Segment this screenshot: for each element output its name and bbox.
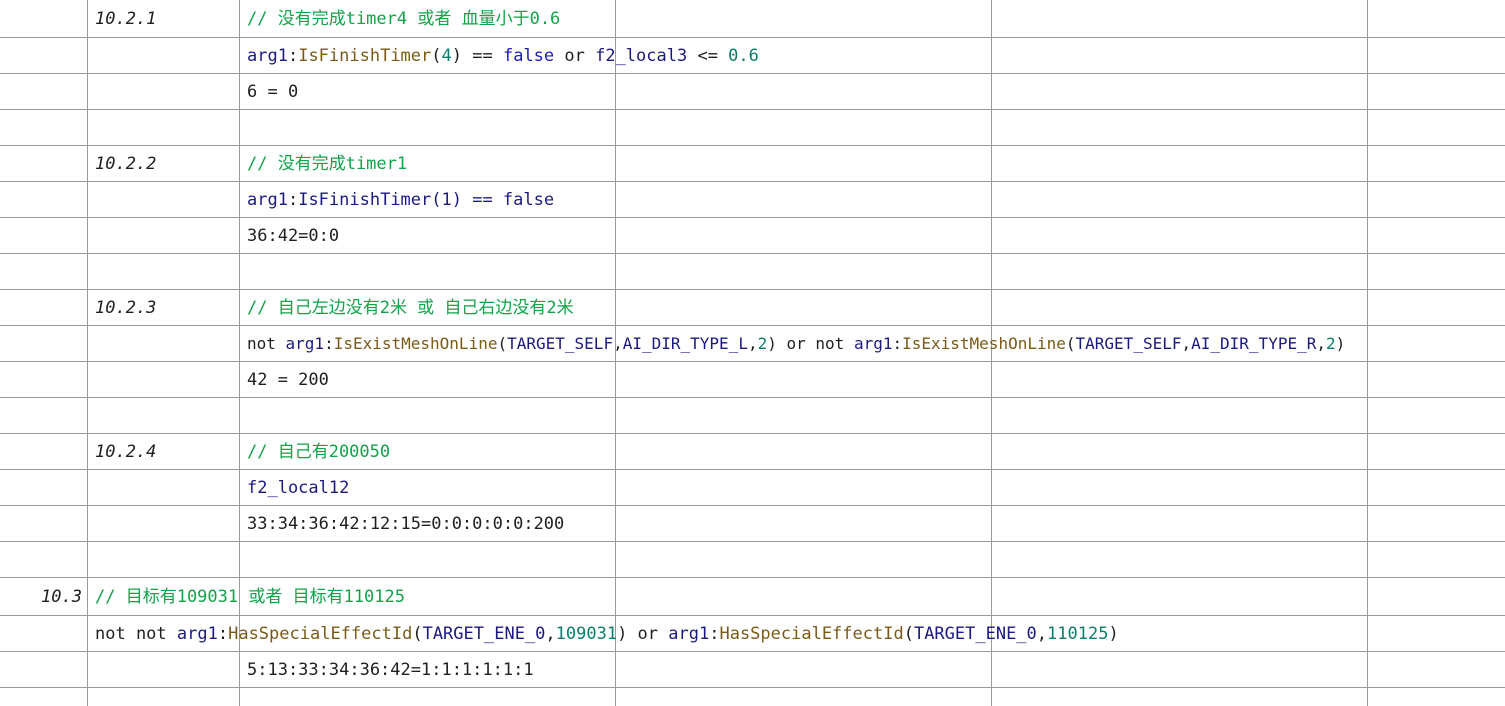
table-row: 10.2.2 // 没有完成timer1 <box>0 146 1505 182</box>
value-cell[interactable]: 36:42=0:0 <box>247 218 339 254</box>
row-id[interactable]: 10.2.1 <box>95 1 156 37</box>
value-cell[interactable]: 42 = 200 <box>247 362 329 398</box>
code-token: AI_DIR_TYPE_L <box>622 334 748 353</box>
code-token: , <box>1316 334 1326 353</box>
row-id[interactable]: 10.3 <box>0 579 82 615</box>
table-row: 10.2.3 // 自己左边没有2米 或 自己右边没有2米 <box>0 290 1505 326</box>
row-id[interactable]: 10.2.3 <box>95 290 156 326</box>
table-row: arg1:IsFinishTimer(4) == false or f2_loc… <box>0 38 1505 74</box>
code-token: (1) == false <box>431 190 555 210</box>
code-token: HasSpecialEffectId <box>228 624 413 644</box>
comment-cell[interactable]: // 没有完成timer4 或者 血量小于0.6 <box>247 1 560 37</box>
code-token: not <box>247 334 286 353</box>
code-token: arg1 <box>247 46 288 66</box>
code-token: : <box>287 46 299 66</box>
table-row: not not arg1:HasSpecialEffectId(TARGET_E… <box>0 616 1505 652</box>
code-token: 2 <box>757 334 768 353</box>
table-row: 36:42=0:0 <box>0 218 1505 254</box>
code-token: 2 <box>1326 334 1336 353</box>
code-token: , <box>1036 624 1048 644</box>
code-token: AI_DIR_TYPE_R <box>1191 334 1317 353</box>
code-token: arg1 <box>285 334 325 353</box>
table-row: 6 = 0 <box>0 74 1505 110</box>
code-token: ) <box>1335 334 1346 353</box>
code-token: ( <box>1065 334 1076 353</box>
code-token: : <box>892 334 903 353</box>
row-id[interactable]: 10.2.2 <box>95 146 156 182</box>
code-token: TARGET_ENE_0 <box>913 624 1037 644</box>
comment-cell[interactable]: // 自己左边没有2米 或 自己右边没有2米 <box>247 290 574 326</box>
code-cell[interactable]: arg1:IsFinishTimer(1) == false <box>247 182 554 218</box>
row-divider <box>0 577 1505 578</box>
code-token: f2_local12 <box>247 478 350 498</box>
code-token: false <box>502 46 555 66</box>
code-token: arg1 <box>668 624 710 644</box>
code-token: 110125 <box>1047 624 1109 644</box>
code-token: , <box>747 334 758 353</box>
code-token: HasSpecialEffectId <box>719 624 904 644</box>
code-token: IsExistMeshOnLine <box>902 334 1066 353</box>
code-token: ) <box>1108 624 1119 644</box>
code-token: , <box>1181 334 1192 353</box>
code-cell[interactable]: arg1:IsFinishTimer(4) == false or f2_loc… <box>247 38 759 74</box>
value-cell[interactable]: 6 = 0 <box>247 74 298 110</box>
code-token: arg1 <box>176 624 218 644</box>
value-cell[interactable]: 5:13:33:34:36:42=1:1:1:1:1:1 <box>247 652 534 688</box>
table-row: 10.2.1 // 没有完成timer4 或者 血量小于0.6 <box>0 1 1505 37</box>
table-row: 33:34:36:42:12:15=0:0:0:0:0:200 <box>0 506 1505 542</box>
table-row: 10.2.4 // 自己有200050 <box>0 434 1505 470</box>
code-token: IsExistMeshOnLine <box>333 334 498 353</box>
code-token: : <box>709 624 720 644</box>
table-row: 42 = 200 <box>0 362 1505 398</box>
code-token: or <box>554 46 596 66</box>
code-token: 4 <box>441 46 452 66</box>
code-token: ( <box>497 334 508 353</box>
code-token: arg1 <box>247 190 288 210</box>
code-token: 109031 <box>555 624 618 644</box>
code-token: : <box>217 624 229 644</box>
code-token: TARGET_SELF <box>1075 334 1182 353</box>
code-token: IsFinishTimer <box>298 190 432 210</box>
code-token: , <box>613 334 623 353</box>
code-token: TARGET_SELF <box>507 334 614 353</box>
code-cell[interactable]: f2_local12 <box>247 470 349 506</box>
code-token: ( <box>903 624 914 644</box>
value-cell[interactable]: 33:34:36:42:12:15=0:0:0:0:0:200 <box>247 506 564 542</box>
code-token: not not <box>95 624 177 644</box>
row-id[interactable]: 10.2.4 <box>95 434 156 470</box>
code-token: <= <box>687 46 729 66</box>
comment-cell[interactable]: // 自己有200050 <box>247 434 390 470</box>
comment-cell[interactable]: // 没有完成timer1 <box>247 146 407 182</box>
table-row: f2_local12 <box>0 470 1505 506</box>
table-row: 10.3 // 目标有109031 或者 目标有110125 <box>0 579 1505 615</box>
table-row: 5:13:33:34:36:42=1:1:1:1:1:1 <box>0 652 1505 688</box>
code-token: 0.6 <box>728 46 759 66</box>
code-token: ) or not <box>767 334 854 353</box>
code-token: ) == <box>451 46 503 66</box>
code-token: ( <box>412 624 423 644</box>
code-token: TARGET_ENE_0 <box>422 624 546 644</box>
code-token: ( <box>431 46 442 66</box>
code-token: ) or <box>617 624 669 644</box>
code-token: : <box>287 190 299 210</box>
code-token: , <box>545 624 556 644</box>
code-cell[interactable]: not not arg1:HasSpecialEffectId(TARGET_E… <box>95 616 1119 652</box>
comment-cell[interactable]: // 目标有109031 或者 目标有110125 <box>95 579 405 615</box>
table-row: arg1:IsFinishTimer(1) == false <box>0 182 1505 218</box>
table-row: not arg1:IsExistMeshOnLine(TARGET_SELF,A… <box>0 326 1505 362</box>
code-cell[interactable]: not arg1:IsExistMeshOnLine(TARGET_SELF,A… <box>247 326 1345 362</box>
code-token: arg1 <box>853 334 893 353</box>
code-token: f2_local3 <box>595 46 688 66</box>
code-token: IsFinishTimer <box>298 46 432 66</box>
code-token: : <box>324 334 334 353</box>
